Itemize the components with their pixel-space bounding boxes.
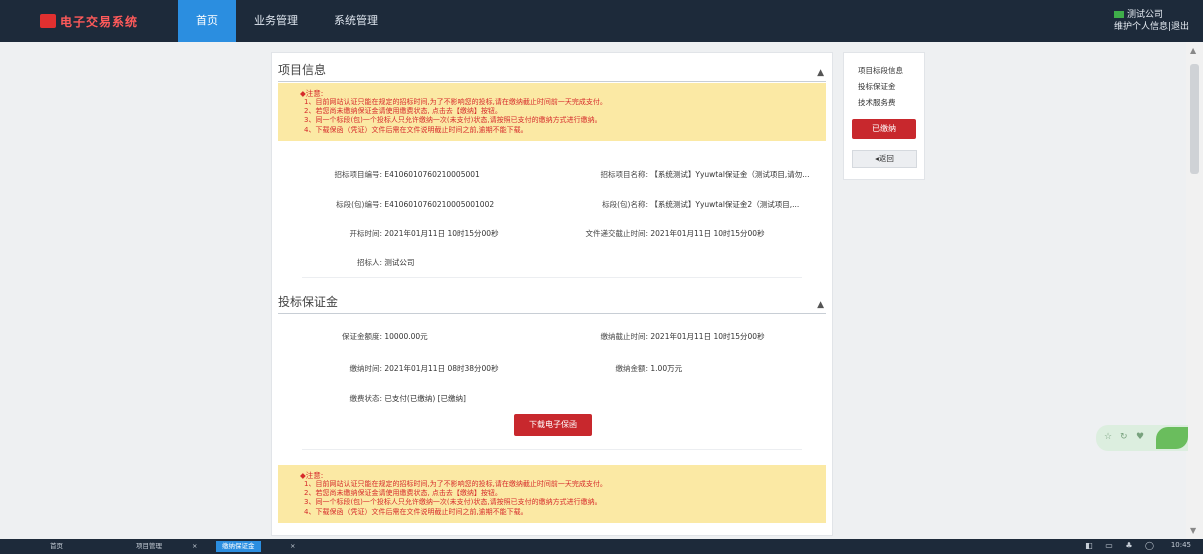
logo-icon bbox=[40, 14, 56, 28]
star-icon[interactable]: ☆ bbox=[1104, 432, 1112, 442]
section-title: 项目信息 bbox=[278, 63, 327, 77]
notice-line: 4、下载保函（凭证）文件后需在文件说明截止时间之前,逾期不能下载。 bbox=[304, 125, 528, 134]
side-link-service-fee[interactable]: 技术服务费 bbox=[858, 97, 896, 108]
field-pay-deadline: 缴纳截止时间: 2021年01月11日 10时15分00秒 bbox=[600, 332, 765, 341]
user-status-icon bbox=[1113, 11, 1124, 18]
top-navigation-bar: 电子交易系统 首页 业务管理 系统管理 测试公司 维护个人信息|退出 bbox=[0, 0, 1203, 42]
heart-icon[interactable]: ♥ bbox=[1136, 432, 1144, 442]
taskbar-item-project[interactable]: 项目管理 bbox=[136, 541, 162, 552]
notice-line: 2、若您尚未缴纳保证金请使用缴费状态, 点击去【缴纳】按钮。 bbox=[304, 489, 502, 498]
notice-title: ◆注意: bbox=[300, 471, 324, 480]
taskbar-item-bond[interactable]: 缴纳保证金 bbox=[216, 541, 261, 552]
logo-text: 电子交易系统 bbox=[60, 14, 139, 29]
field-pay-status: 缴费状态: 已支付(已缴纳) [已缴纳] bbox=[349, 394, 466, 403]
notice-line: 1、目前网站认证只能在规定的招标时间,为了不影响您的投标,请在缴纳截止时间前一天… bbox=[304, 480, 607, 488]
leaf-icon bbox=[1156, 427, 1188, 449]
scroll-up-icon[interactable]: ▲ bbox=[1190, 46, 1196, 55]
section-divider bbox=[302, 449, 802, 450]
bottom-taskbar: 首页 项目管理 × 缴纳保证金 × ◧ ▭ ♣ ◯ 10:45 bbox=[0, 539, 1203, 554]
main-content-card: 项目信息 ▲ ◆注意: 1、目前网站认证只能在规定的招标时间,为了不影响您的投标… bbox=[271, 52, 833, 536]
back-button[interactable]: ◂返回 bbox=[852, 150, 917, 168]
side-link-project-info[interactable]: 项目标段信息 bbox=[858, 65, 903, 76]
nav-business[interactable]: 业务管理 bbox=[236, 0, 316, 42]
field-tenderer: 招标人: 测试公司 bbox=[356, 258, 415, 267]
field-tender-name: 招标项目名称: 【系统测试】Yyuwtal保证金（测试项目,请勿... bbox=[600, 170, 810, 179]
collapse-toggle-icon[interactable]: ▲ bbox=[817, 300, 824, 310]
nav-system[interactable]: 系统管理 bbox=[316, 0, 396, 42]
taskbar-item-home[interactable]: 首页 bbox=[50, 541, 63, 552]
company-name: 测试公司 bbox=[1126, 10, 1163, 20]
collapse-toggle-icon[interactable]: ▲ bbox=[817, 68, 824, 78]
notice-line: 2、若您尚未缴纳保证金请使用缴费状态, 点击去【缴纳】按钮。 bbox=[304, 107, 502, 116]
nav-home[interactable]: 首页 bbox=[178, 0, 236, 42]
paid-button[interactable]: 已缴纳 bbox=[852, 119, 916, 139]
notice-line: 1、目前网站认证只能在规定的招标时间,为了不影响您的投标,请在缴纳截止时间前一天… bbox=[304, 98, 607, 106]
section-project-info-header: 项目信息 ▲ bbox=[278, 59, 826, 82]
main-nav: 首页 业务管理 系统管理 bbox=[178, 0, 396, 42]
app-logo[interactable]: 电子交易系统 bbox=[40, 8, 138, 34]
notice-box: ◆注意: 1、目前网站认证只能在规定的招标时间,为了不影响您的投标,请在缴纳截止… bbox=[278, 465, 826, 523]
field-pay-time: 缴纳时间: 2021年01月11日 08时38分00秒 bbox=[349, 364, 499, 373]
clock: 10:45 bbox=[1170, 541, 1191, 549]
taskbar-close-icon[interactable]: × bbox=[290, 541, 295, 552]
scroll-thumb[interactable] bbox=[1190, 64, 1199, 174]
notice-box: ◆注意: 1、目前网站认证只能在规定的招标时间,为了不影响您的投标,请在缴纳截止… bbox=[278, 83, 826, 141]
refresh-icon[interactable]: ↻ bbox=[1120, 432, 1128, 442]
field-pay-amount: 缴纳金额: 1.00万元 bbox=[615, 364, 683, 373]
field-tender-code: 招标项目编号: E4106010760210005001 bbox=[334, 170, 480, 179]
section-divider bbox=[302, 277, 802, 278]
field-open-time: 开标时间: 2021年01月11日 10时15分00秒 bbox=[349, 229, 499, 238]
notice-line: 3、同一个标段(包)一个投标人只允许缴纳一次(未支付)状态,请按照已支付的缴纳方… bbox=[304, 498, 602, 507]
notice-title: ◆注意: bbox=[300, 89, 324, 98]
scroll-down-icon[interactable]: ▼ bbox=[1190, 526, 1196, 535]
side-link-bid-bond[interactable]: 投标保证金 bbox=[858, 81, 896, 92]
notice-line: 4、下载保函（凭证）文件后需在文件说明截止时间之前,逾期不能下载。 bbox=[304, 507, 528, 516]
section-title: 投标保证金 bbox=[278, 295, 339, 309]
system-tray-icons[interactable]: ◧ ▭ ♣ ◯ bbox=[1085, 541, 1159, 550]
section-bid-bond-header: 投标保证金 ▲ bbox=[278, 291, 826, 314]
side-navigation-panel: 项目标段信息 投标保证金 技术服务费 已缴纳 ◂返回 bbox=[843, 52, 925, 180]
notice-line: 3、同一个标段(包)一个投标人只允许缴纳一次(未支付)状态,请按照已支付的缴纳方… bbox=[304, 116, 602, 125]
user-info: 测试公司 维护个人信息|退出 bbox=[1113, 9, 1189, 33]
field-section-name: 标段(包)名称: 【系统测试】Yyuwtal保证金2（测试项目,... bbox=[602, 200, 800, 209]
field-submit-deadline: 文件递交截止时间: 2021年01月11日 10时15分00秒 bbox=[585, 229, 765, 238]
download-guarantee-button[interactable]: 下载电子保函 bbox=[514, 414, 592, 436]
user-actions-link[interactable]: 维护个人信息|退出 bbox=[1114, 21, 1189, 33]
field-bond-amount: 保证金额度: 10000.00元 bbox=[341, 332, 428, 341]
page-scrollbar[interactable]: ▲ ▼ bbox=[1186, 42, 1203, 539]
taskbar-close-icon[interactable]: × bbox=[192, 541, 197, 552]
field-section-code: 标段(包)编号: E4106010760210005001002 bbox=[336, 200, 495, 209]
floating-helper-widget[interactable]: ☆ ↻ ♥ bbox=[1096, 425, 1188, 451]
